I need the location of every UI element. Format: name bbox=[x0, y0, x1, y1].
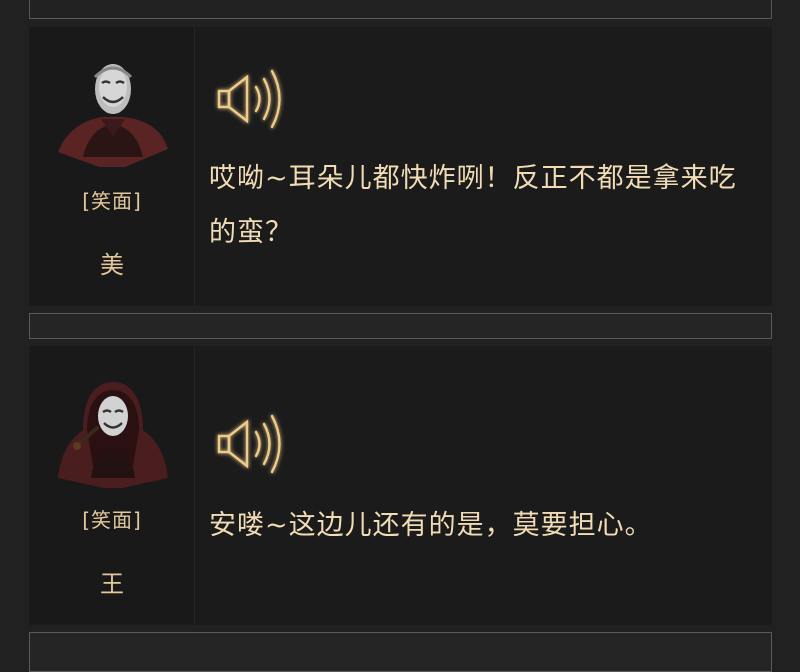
card-separator bbox=[29, 313, 772, 339]
dialogue-card: [笑面] 王 安喽~这边儿还有的是，莫要担心。 bbox=[29, 346, 772, 625]
speaker-tag: [笑面] bbox=[82, 189, 142, 213]
speaker-panel: [笑面] 王 bbox=[29, 346, 195, 625]
speaker-tag: [笑面] bbox=[82, 508, 142, 532]
speaker-volume-icon[interactable] bbox=[213, 63, 295, 135]
speaker-volume-icon[interactable] bbox=[213, 408, 295, 480]
dialogue-content: 哎呦~耳朵儿都快炸咧！反正不都是拿来吃的蛮？ bbox=[195, 27, 772, 306]
dialogue-card: [笑面] 美 哎呦~耳朵儿都快炸咧！反正不都是拿来吃的蛮？ bbox=[29, 27, 772, 306]
dialogue-text: 哎呦~耳朵儿都快炸咧！反正不都是拿来吃的蛮？ bbox=[209, 163, 737, 248]
speaker-name: 美 bbox=[100, 251, 124, 279]
card-separator bbox=[29, 632, 772, 672]
speaker-name: 王 bbox=[100, 570, 124, 598]
masked-figure-portrait-icon bbox=[58, 64, 168, 167]
speaker-panel: [笑面] 美 bbox=[29, 27, 195, 306]
dialogue-content: 安喽~这边儿还有的是，莫要担心。 bbox=[195, 346, 772, 625]
hooded-masked-figure-portrait-icon bbox=[58, 382, 168, 488]
top-frame-edge bbox=[29, 0, 772, 19]
dialogue-text: 安喽~这边儿还有的是，莫要担心。 bbox=[209, 510, 653, 541]
